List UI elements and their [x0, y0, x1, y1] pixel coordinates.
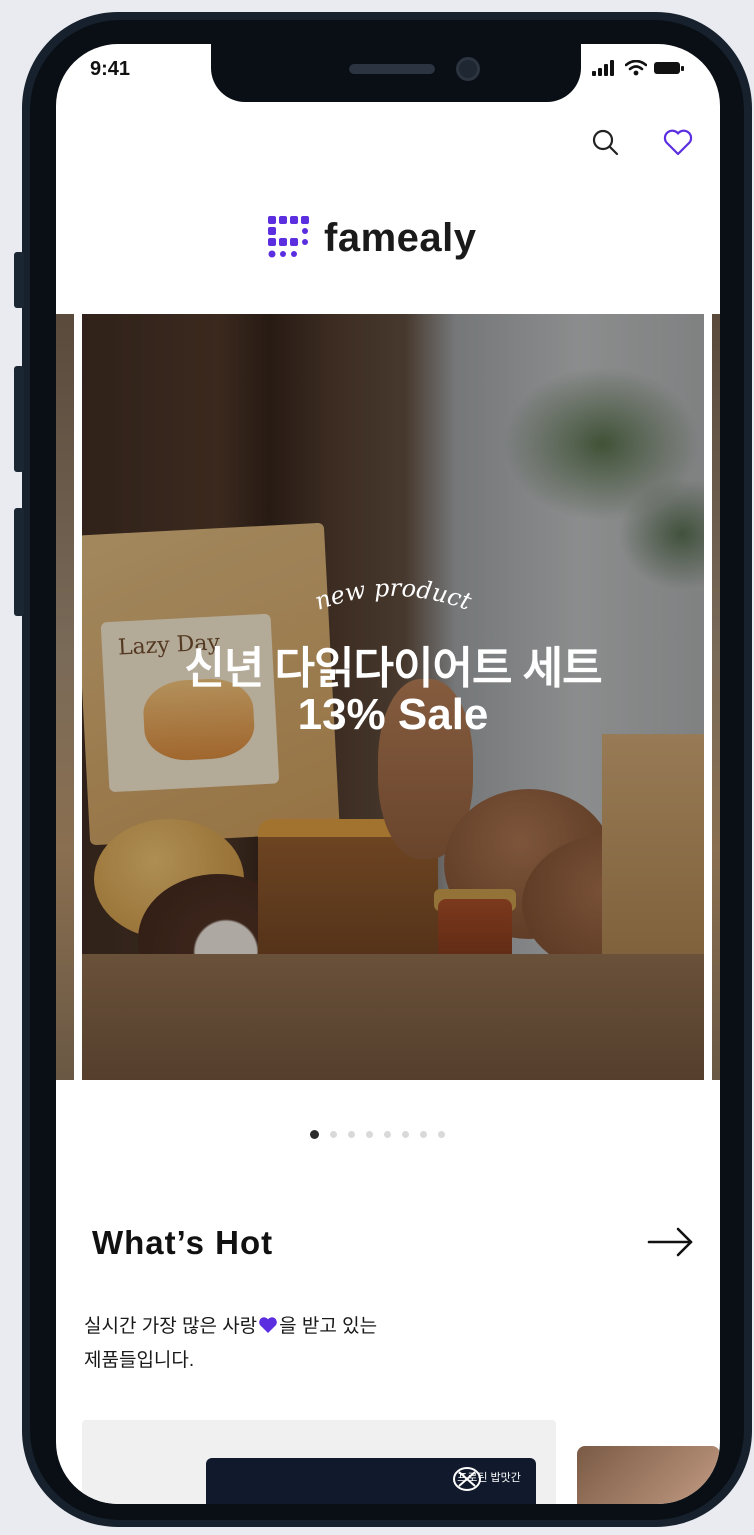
- famealy-logo-icon: [268, 216, 309, 258]
- pagination-dot[interactable]: [348, 1131, 355, 1138]
- device-notch: [211, 44, 581, 102]
- battery-icon: [654, 62, 684, 74]
- description-text-start: 실시간 가장 많은 사랑: [84, 1316, 258, 1337]
- pagination-dot[interactable]: [330, 1131, 337, 1138]
- previous-slide-peek[interactable]: [56, 314, 74, 1080]
- pagination-dot[interactable]: [402, 1131, 409, 1138]
- promo-kicker-arc: new product: [311, 574, 475, 616]
- side-button-volume-up: [14, 366, 24, 472]
- speaker-grille: [349, 64, 435, 74]
- search-button[interactable]: [587, 124, 623, 160]
- pagination-dot[interactable]: [384, 1131, 391, 1138]
- app-screen: 9:41 famealy Lazy Day new product 신년 다읽다…: [56, 44, 720, 1504]
- banner-carousel[interactable]: Lazy Day new product 신년 다읽다이어트 세트 13% Sa…: [56, 314, 720, 1080]
- promo-title: 신년 다읽다이어트 세트: [184, 644, 602, 693]
- brand-logo[interactable]: famealy: [268, 210, 476, 266]
- description-text-line2: 제품들입니다.: [84, 1350, 195, 1371]
- product-card[interactable]: 프로틴 밥맛간: [82, 1420, 556, 1504]
- status-time: 9:41: [90, 58, 131, 80]
- section-title: What’s Hot: [92, 1224, 274, 1261]
- status-icons: [592, 60, 684, 76]
- cellular-signal-icon: [592, 60, 614, 76]
- arrow-right-icon: [647, 1227, 693, 1257]
- product-brand-label: 프로틴 밥맛간: [457, 1472, 521, 1484]
- pagination-dot[interactable]: [420, 1131, 427, 1138]
- side-button-mute: [14, 252, 24, 308]
- front-camera: [456, 57, 480, 81]
- heart-filled-icon: [259, 1317, 277, 1333]
- promo-kicker: new product: [311, 574, 475, 616]
- pagination-dot[interactable]: [438, 1131, 445, 1138]
- description-text-end: 을 받고 있는: [279, 1316, 378, 1337]
- next-slide-peek[interactable]: [712, 314, 720, 1080]
- pagination-dot[interactable]: [310, 1130, 319, 1139]
- wishlist-button[interactable]: [660, 124, 696, 160]
- banner-slide[interactable]: Lazy Day new product 신년 다읽다이어트 세트 13% Sa…: [82, 314, 704, 1080]
- side-button-volume-down: [14, 508, 24, 616]
- search-icon: [592, 129, 619, 156]
- wifi-icon: [625, 60, 647, 76]
- carousel-pagination: [310, 1130, 445, 1139]
- promo-sale: 13% Sale: [297, 690, 489, 739]
- see-all-button[interactable]: [646, 1222, 696, 1262]
- svg-text:new product: new product: [311, 574, 475, 616]
- product-image: 프로틴 밥맛간: [206, 1458, 536, 1504]
- brand-name: famealy: [324, 215, 477, 260]
- heart-icon: [663, 129, 693, 156]
- pagination-dot[interactable]: [366, 1131, 373, 1138]
- section-description: 실시간 가장 많은 사랑 을 받고 있는 제품들입니다.: [84, 1310, 504, 1378]
- product-card[interactable]: [577, 1446, 720, 1504]
